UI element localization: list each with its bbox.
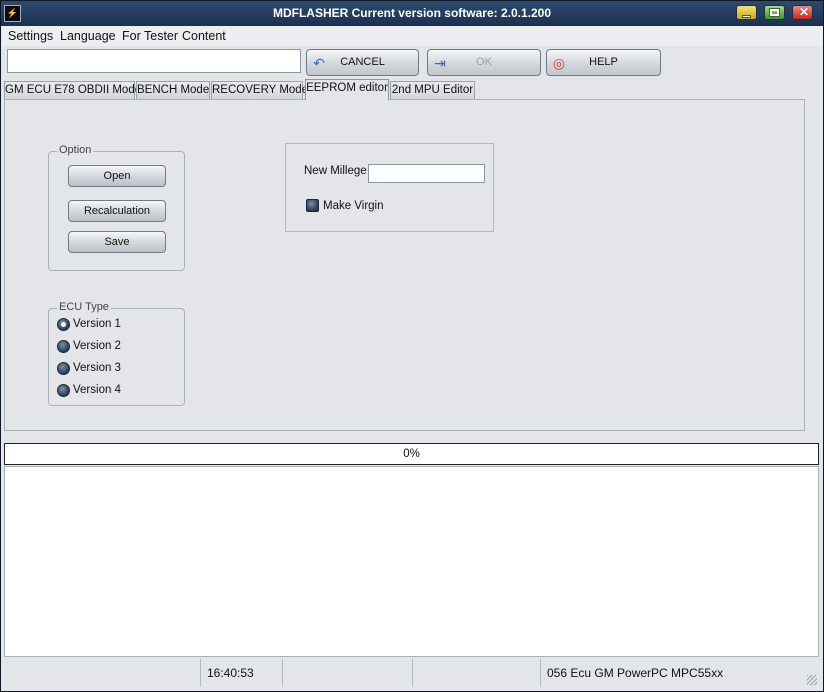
tab-bench-mode[interactable]: BENCH Mode [136,81,210,99]
make-virgin-label[interactable]: Make Virgin [323,200,384,212]
tab-recovery-mode[interactable]: RECOVERY Mode [211,81,308,99]
status-cell-1 [2,659,201,687]
recalculation-button[interactable]: Recalculation [68,200,166,222]
minimize-icon [742,15,751,18]
maximize-button[interactable] [764,5,785,20]
status-ecu-info: 056 Ecu GM PowerPC MPC55xx [547,666,724,680]
app-window: ⚡ MDFLASHER Current version software: 2.… [0,0,824,692]
minimize-button[interactable] [736,5,757,20]
status-time: 16:40:53 [201,659,283,687]
title-bar[interactable]: ⚡ MDFLASHER Current version software: 2.… [1,1,823,26]
radio-version-2[interactable] [57,340,70,353]
ok-label: OK [476,56,492,68]
radio-version-4[interactable] [57,384,70,397]
help-label: HELP [589,56,618,68]
menu-settings[interactable]: Settings [8,29,53,43]
log-output[interactable] [4,466,819,657]
radio-version-1[interactable] [57,318,70,331]
new-mileage-input[interactable] [368,164,485,183]
window-title: MDFLASHER Current version software: 2.0.… [272,6,552,20]
tab-gm-ecu-e78-obdii[interactable]: GM ECU E78 OBDII Mode [4,81,141,99]
progress-bar: 0% [4,443,819,465]
mileage-group: New Millege Make Virgin [285,143,494,232]
radio-version-2-label: Version 2 [73,340,121,352]
radio-version-4-label: Version 4 [73,384,121,396]
radio-version-3-label: Version 3 [73,362,121,374]
make-virgin-checkbox[interactable] [306,199,319,212]
new-mileage-label: New Millege [304,165,367,177]
option-group-legend: Option [57,144,94,156]
door-enter-icon: ⇥ [434,55,446,71]
toolbar: ↶ CANCEL ⇥ OK ◎ HELP [2,46,823,82]
maximize-icon [769,8,780,17]
status-cell-4 [413,659,541,687]
ecu-type-group: ECU Type Version 1 Version 2 Version 3 V… [48,301,185,406]
status-cell-3 [283,659,413,687]
progress-text: 0% [403,448,420,460]
status-bar: 16:40:53 056 Ecu GM PowerPC MPC55xx [2,658,823,691]
cancel-label: CANCEL [340,56,385,68]
command-input[interactable] [7,49,301,73]
help-button[interactable]: ◎ HELP [546,49,661,76]
cancel-button[interactable]: ↶ CANCEL [306,49,419,76]
close-button[interactable]: ✕ [792,5,813,20]
menu-content[interactable]: Content [182,29,226,43]
radio-version-3[interactable] [57,362,70,375]
tab-eeprom-editor[interactable]: EEPROM editor [305,79,389,100]
menu-language[interactable]: Language [60,29,116,43]
save-button[interactable]: Save [68,231,166,253]
close-icon: ✕ [799,5,810,19]
resize-grip-icon[interactable] [807,675,817,685]
lifebuoy-icon: ◎ [552,55,566,71]
eeprom-editor-panel: Option Open Recalculation Save ECU Type … [4,99,805,431]
option-group: Option Open Recalculation Save [48,144,185,271]
menu-for-tester[interactable]: For Tester [122,29,178,43]
ok-button[interactable]: ⇥ OK [427,49,541,76]
back-arrow-icon: ↶ [313,55,325,71]
tab-2nd-mpu-editor[interactable]: 2nd MPU Editor [390,81,475,99]
open-button[interactable]: Open [68,165,166,187]
menu-bar: Settings Language For Tester Content [2,26,823,46]
radio-version-1-label: Version 1 [73,318,121,330]
ecu-type-group-legend: ECU Type [57,301,111,313]
